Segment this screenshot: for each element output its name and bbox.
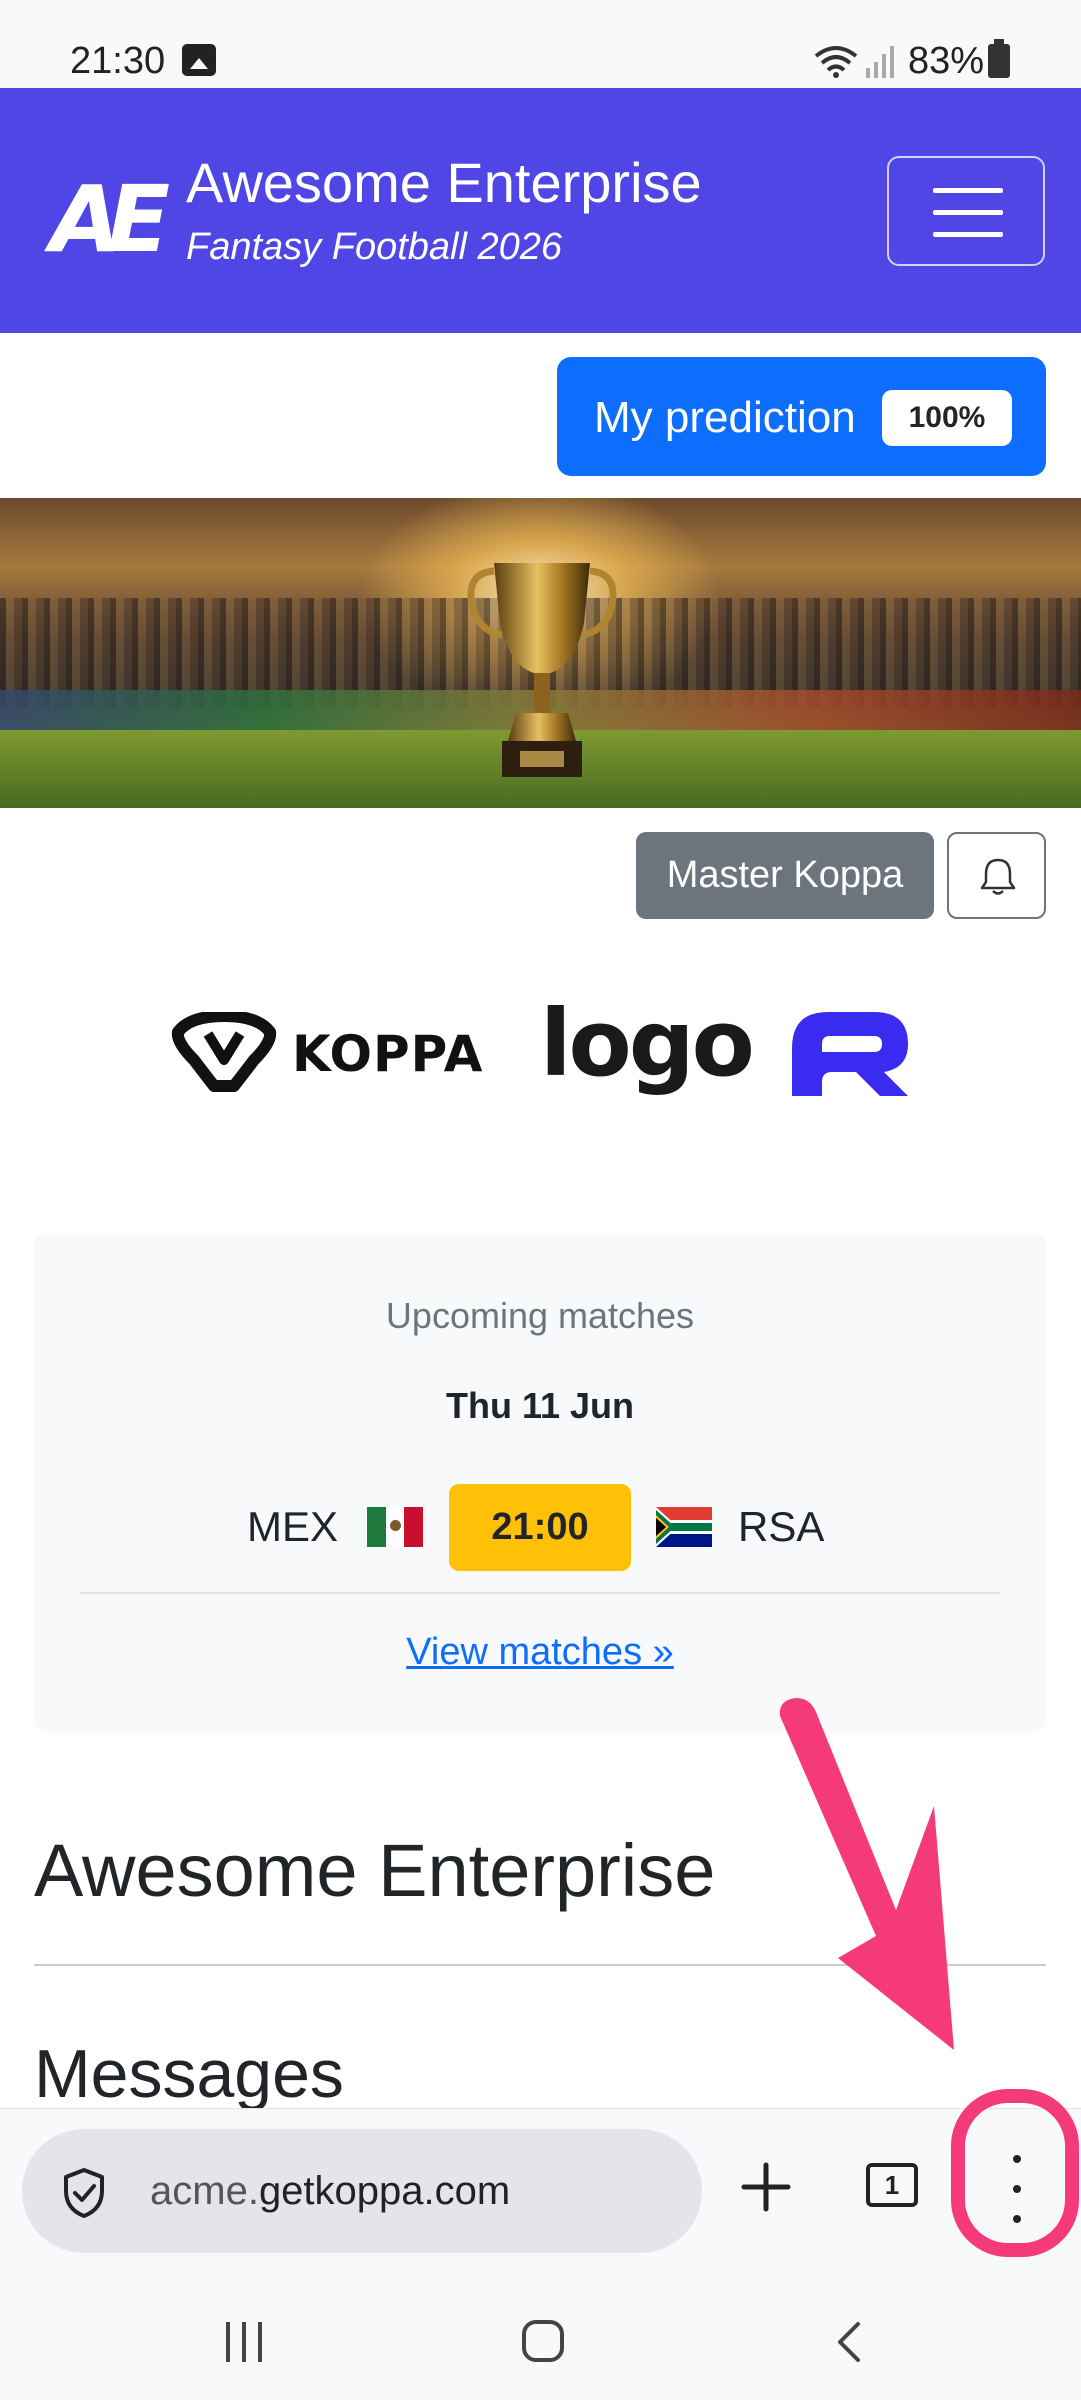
section-divider [34,1964,1046,1966]
messages-heading: Messages [34,2036,344,2112]
notifications-button[interactable] [947,832,1046,919]
plus-icon[interactable] [736,2157,796,2217]
battery-icon [988,39,1010,78]
annotation-arrow [779,1698,954,2050]
brand-logo[interactable]: AE [50,166,170,273]
menu-toggle-button[interactable] [887,156,1045,266]
status-bar: 21:30 83% [0,0,1081,88]
brand-subtitle: Fantasy Football 2026 [186,226,563,268]
signal-icon [866,46,894,78]
upcoming-matches-card: Upcoming matches Thu 11 Jun MEX 21:00 RS… [34,1233,1046,1733]
trophy-icon [467,563,617,777]
home-icon[interactable] [522,2320,564,2362]
recents-icon[interactable] [224,2322,264,2362]
battery-percentage: 83% [908,40,985,82]
company-heading: Awesome Enterprise [34,1829,716,1912]
hero-banner [0,498,1081,808]
status-time: 21:30 [70,40,166,82]
more-vertical-icon[interactable] [995,2151,1039,2227]
match-date: Thu 11 Jun [445,1385,635,1426]
url-domain: getkoppa.com [258,2169,511,2213]
browser-toolbar: acme.getkoppa.com 1 [0,2108,1081,2270]
url-subdomain: acme. [150,2169,259,2213]
tab-switcher-button[interactable]: 1 [866,2163,918,2207]
sponsor-koppa-logo[interactable]: KOPPA [168,1010,484,1092]
sponsor-logo-wordmark[interactable]: logo [540,990,755,1097]
view-matches-link[interactable]: View matches » [34,1631,1046,1674]
sponsor-r-logo[interactable] [788,1008,912,1098]
koppa-emblem-icon [171,1010,277,1092]
card-divider [80,1592,1000,1594]
koppa-wordmark: KOPPA [292,1025,484,1083]
master-koppa-button[interactable]: Master Koppa [636,832,934,919]
south-africa-flag-icon [656,1507,712,1547]
top-navbar: AE Awesome Enterprise Fantasy Football 2… [0,88,1081,333]
hamburger-menu-icon [933,188,1003,193]
upcoming-matches-title: Upcoming matches [385,1295,695,1336]
home-team-code: MEX [247,1503,339,1550]
my-prediction-button[interactable]: My prediction 100% [557,357,1046,476]
wifi-icon [814,46,858,78]
bell-icon [980,858,1016,895]
back-icon[interactable] [830,2320,870,2364]
prediction-progress-badge: 100% [882,390,1012,446]
system-navigation-bar [0,2270,1081,2400]
away-team-code: RSA [738,1503,825,1550]
shield-check-icon[interactable] [60,2167,108,2219]
image-icon [182,44,216,76]
mexico-flag-icon [367,1507,424,1547]
kickoff-time-badge[interactable]: 21:00 [449,1484,631,1571]
brand-title[interactable]: Awesome Enterprise [186,150,702,215]
url-text: acme.getkoppa.com [150,2169,510,2214]
address-bar[interactable]: acme.getkoppa.com [22,2129,702,2253]
my-prediction-label: My prediction [594,393,856,442]
